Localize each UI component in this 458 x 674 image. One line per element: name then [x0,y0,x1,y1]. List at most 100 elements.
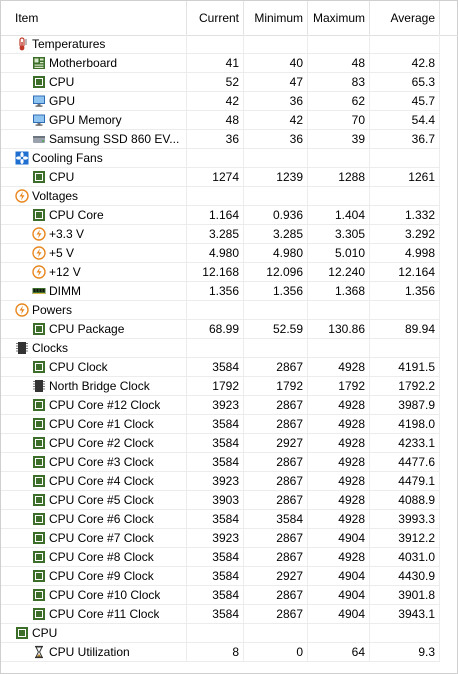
minimum-value: 52.59 [244,320,308,339]
column-header-item[interactable]: Item [1,1,187,35]
sensor-row-3-3-v[interactable]: +3.3 V 3.285 3.285 3.305 3.292 [1,225,458,244]
column-header-row: Item Current Minimum Maximum Average [1,1,458,36]
current-value: 3584 [187,434,244,453]
current-value: 36 [187,130,244,149]
sensor-row-dimm[interactable]: DIMM 1.356 1.356 1.368 1.356 [1,282,458,301]
item-label: CPU Core #9 Clock [49,569,154,583]
sensor-row-cpu-core-2-clock[interactable]: CPU Core #2 Clock 3584 2927 4928 4233.1 [1,434,458,453]
sensor-row-12-v[interactable]: +12 V 12.168 12.096 12.240 12.164 [1,263,458,282]
average-value: 4.998 [370,244,440,263]
item-cell: North Bridge Clock [1,377,187,396]
sensor-row-cpu-core-9-clock[interactable]: CPU Core #9 Clock 3584 2927 4904 4430.9 [1,567,458,586]
group-row-voltages[interactable]: Voltages [1,187,458,206]
sensor-row-motherboard[interactable]: Motherboard 41 40 48 42.8 [1,54,458,73]
sensor-row-cpu-core-10-clock[interactable]: CPU Core #10 Clock 3584 2867 4904 3901.8 [1,586,458,605]
current-value: 1.164 [187,206,244,225]
item-cell: CPU Core [1,206,187,225]
average-value: 4198.0 [370,415,440,434]
group-row-cooling-fans[interactable]: Cooling Fans [1,149,458,168]
average-value: 3901.8 [370,586,440,605]
item-label: CPU [49,75,75,89]
sensor-row-5-v[interactable]: +5 V 4.980 4.980 5.010 4.998 [1,244,458,263]
item-label: CPU Core [49,208,104,222]
item-cell: +12 V [1,263,187,282]
average-value: 45.7 [370,92,440,111]
lightning-icon [32,246,46,260]
sensor-row-gpu[interactable]: GPU 42 36 62 45.7 [1,92,458,111]
dimm-icon [32,284,46,298]
sensor-row-gpu-memory[interactable]: GPU Memory 48 42 70 54.4 [1,111,458,130]
current-value [187,301,244,320]
cpu-chip-icon [32,474,46,488]
current-value: 3584 [187,548,244,567]
sensor-row-cpu-core-12-clock[interactable]: CPU Core #12 Clock 3923 2867 4928 3987.9 [1,396,458,415]
motherboard-icon [32,56,46,70]
item-cell: CPU Core #10 Clock [1,586,187,605]
column-header-minimum[interactable]: Minimum [244,1,308,35]
sensor-row-cpu-core[interactable]: CPU Core 1.164 0.936 1.404 1.332 [1,206,458,225]
maximum-value: 1.368 [308,282,370,301]
average-value [370,187,440,206]
group-row-cpu[interactable]: CPU [1,624,458,643]
item-cell: CPU [1,624,187,643]
cpu-chip-icon [32,512,46,526]
sensor-row-cpu-core-6-clock[interactable]: CPU Core #6 Clock 3584 3584 4928 3993.3 [1,510,458,529]
sensor-row-north-bridge-clock[interactable]: North Bridge Clock 1792 1792 1792 1792.2 [1,377,458,396]
current-value: 3.285 [187,225,244,244]
item-cell: Clocks [1,339,187,358]
item-cell: Cooling Fans [1,149,187,168]
sensor-row-cpu-core-1-clock[interactable]: CPU Core #1 Clock 3584 2867 4928 4198.0 [1,415,458,434]
current-value: 3584 [187,567,244,586]
item-cell: GPU Memory [1,111,187,130]
minimum-value: 47 [244,73,308,92]
average-value: 42.8 [370,54,440,73]
current-value: 1.356 [187,282,244,301]
sensor-row-cpu-core-7-clock[interactable]: CPU Core #7 Clock 3923 2867 4904 3912.2 [1,529,458,548]
minimum-value [244,187,308,206]
sensor-row-cpu-clock[interactable]: CPU Clock 3584 2867 4928 4191.5 [1,358,458,377]
column-header-maximum[interactable]: Maximum [308,1,370,35]
item-label: CPU [32,626,58,640]
sensor-row-cpu-core-3-clock[interactable]: CPU Core #3 Clock 3584 2867 4928 4477.6 [1,453,458,472]
group-row-clocks[interactable]: Clocks [1,339,458,358]
column-header-current[interactable]: Current [187,1,244,35]
current-value: 3584 [187,605,244,624]
hourglass-icon [32,645,46,659]
sensor-row-cpu-core-5-clock[interactable]: CPU Core #5 Clock 3903 2867 4928 4088.9 [1,491,458,510]
maximum-value: 5.010 [308,244,370,263]
minimum-value: 2867 [244,453,308,472]
item-cell: CPU Core #6 Clock [1,510,187,529]
minimum-value [244,339,308,358]
maximum-value: 39 [308,130,370,149]
sensor-row-cpu-core-11-clock[interactable]: CPU Core #11 Clock 3584 2867 4904 3943.1 [1,605,458,624]
maximum-value: 4904 [308,605,370,624]
item-cell: DIMM [1,282,187,301]
sensor-row-cpu[interactable]: CPU 1274 1239 1288 1261 [1,168,458,187]
current-value: 12.168 [187,263,244,282]
current-value: 48 [187,111,244,130]
item-label: CPU Package [49,322,125,336]
current-value: 3584 [187,510,244,529]
item-cell: CPU Package [1,320,187,339]
group-row-powers[interactable]: Powers [1,301,458,320]
maximum-value [308,35,370,54]
column-header-average[interactable]: Average [370,1,440,35]
item-cell: CPU Core #2 Clock [1,434,187,453]
group-row-temperatures[interactable]: Temperatures [1,35,458,54]
sensor-row-cpu-core-4-clock[interactable]: CPU Core #4 Clock 3923 2867 4928 4479.1 [1,472,458,491]
average-value [370,35,440,54]
sensor-row-cpu-core-8-clock[interactable]: CPU Core #8 Clock 3584 2867 4928 4031.0 [1,548,458,567]
minimum-value: 2867 [244,415,308,434]
item-label: CPU Core #7 Clock [49,531,154,545]
sensor-row-cpu-utilization[interactable]: CPU Utilization 8 0 64 9.3 [1,643,458,662]
minimum-value [244,624,308,643]
cpu-chip-icon [32,436,46,450]
sensor-row-cpu[interactable]: CPU 52 47 83 65.3 [1,73,458,92]
average-value: 65.3 [370,73,440,92]
item-label: CPU Core #3 Clock [49,455,154,469]
average-value: 4191.5 [370,358,440,377]
maximum-value: 4904 [308,586,370,605]
sensor-row-cpu-package[interactable]: CPU Package 68.99 52.59 130.86 89.94 [1,320,458,339]
minimum-value [244,149,308,168]
sensor-row-samsung-ssd-860-ev[interactable]: Samsung SSD 860 EV... 36 36 39 36.7 [1,130,458,149]
